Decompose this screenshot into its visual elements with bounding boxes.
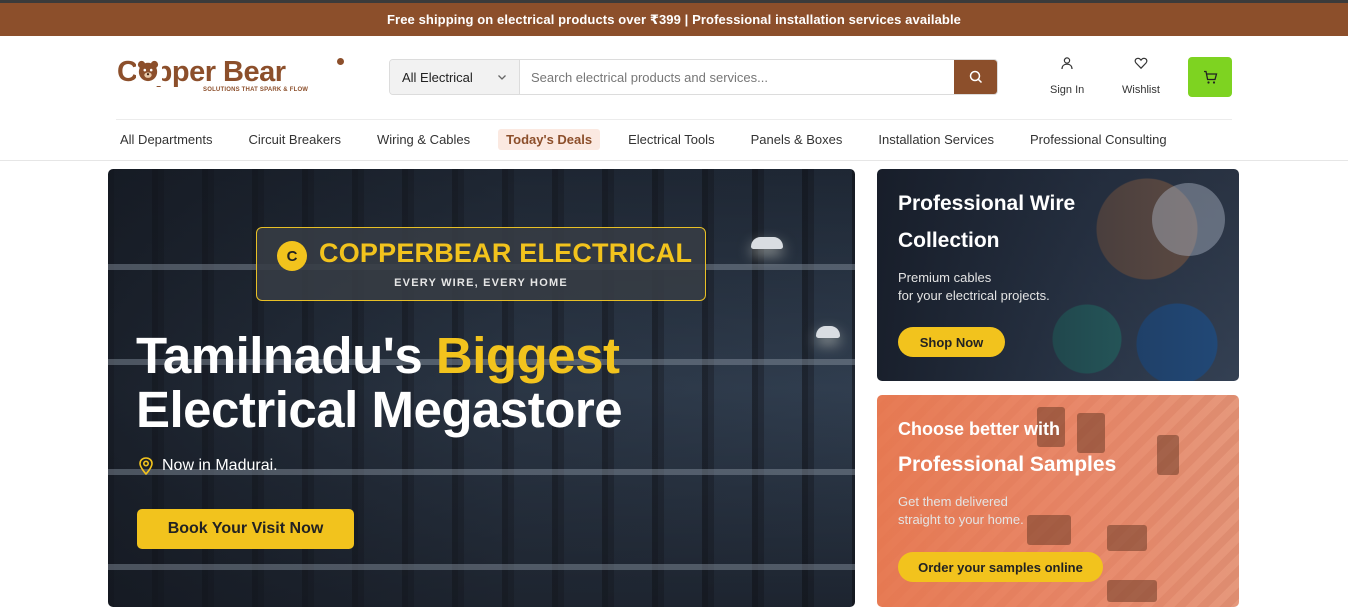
promo-card-text: Premium cables for your electrical proje… bbox=[898, 269, 1050, 305]
category-select-value: All Electrical bbox=[402, 69, 473, 85]
nav-item-wiring-cables[interactable]: Wiring & Cables bbox=[369, 129, 478, 150]
header-divider bbox=[116, 119, 1232, 120]
main-nav: All Departments Circuit Breakers Wiring … bbox=[112, 128, 1195, 150]
sample-plate-image bbox=[1027, 515, 1071, 545]
announcement-text: Free shipping on electrical products ove… bbox=[387, 11, 961, 27]
nav-item-todays-deals[interactable]: Today's Deals bbox=[498, 128, 601, 150]
category-select[interactable]: All Electrical bbox=[390, 60, 520, 94]
sample-plate-image bbox=[1157, 435, 1179, 475]
hero-headline-highlight: Biggest bbox=[435, 327, 620, 384]
decorative-circle bbox=[1152, 183, 1225, 256]
promo-card-title-line1: Choose better with bbox=[898, 419, 1061, 439]
cart-icon bbox=[1203, 70, 1217, 84]
hero-headline-part2: Electrical Megastore bbox=[136, 381, 623, 438]
promo-card-title-line2: Professional Samples bbox=[898, 453, 1117, 476]
nav-item-professional-consulting[interactable]: Professional Consulting bbox=[1022, 129, 1175, 150]
promo-card-title: Professional Wire Collection bbox=[898, 185, 1075, 259]
hero-headline-part1: Tamilnadu's bbox=[136, 327, 436, 384]
announcement-bar: Free shipping on electrical products ove… bbox=[0, 3, 1348, 36]
hero-location: Now in Madurai. bbox=[138, 457, 278, 475]
sign-in-label: Sign In bbox=[1050, 84, 1085, 96]
nav-item-all-departments[interactable]: All Departments bbox=[112, 129, 220, 150]
map-pin-icon bbox=[139, 457, 153, 475]
sample-plate-image bbox=[1107, 525, 1147, 551]
search-icon bbox=[969, 70, 982, 84]
promo-card-wire-collection[interactable]: Professional Wire Collection Premium cab… bbox=[877, 169, 1239, 381]
brand-badge-icon: C bbox=[277, 241, 307, 271]
promo-card-text: Get them delivered straight to your home… bbox=[898, 493, 1024, 529]
shop-now-button[interactable]: Shop Now bbox=[898, 327, 1005, 357]
hero-headline: Tamilnadu's Biggest Electrical Megastore bbox=[136, 327, 623, 438]
promo-card-title-line2: Collection bbox=[898, 229, 1000, 252]
site-logo[interactable]: Copper Bear SOLUTIONS THAT SPARK & FLOW bbox=[117, 56, 347, 98]
hero-brand-badge: C COPPERBEAR ELECTRICAL EVERY WIRE, EVER… bbox=[256, 227, 706, 301]
order-samples-button[interactable]: Order your samples online bbox=[898, 552, 1103, 582]
heart-icon bbox=[1134, 57, 1148, 70]
logo-tagline: SOLUTIONS THAT SPARK & FLOW bbox=[203, 87, 309, 93]
sample-plate-image bbox=[1107, 580, 1157, 602]
brand-badge-subtitle: EVERY WIRE, EVERY HOME bbox=[394, 277, 568, 289]
sign-in-button[interactable]: Sign In bbox=[1050, 56, 1084, 96]
hero-location-text: Now in Madurai. bbox=[162, 457, 278, 474]
nav-item-circuit-breakers[interactable]: Circuit Breakers bbox=[240, 129, 348, 150]
cart-button[interactable] bbox=[1188, 57, 1232, 97]
search-input[interactable] bbox=[520, 60, 954, 94]
promo-card-text-line2: straight to your home. bbox=[898, 512, 1024, 527]
bear-icon bbox=[137, 60, 159, 82]
logo-dot bbox=[337, 58, 344, 65]
book-visit-button[interactable]: Book Your Visit Now bbox=[137, 509, 354, 549]
chevron-down-icon bbox=[498, 75, 506, 80]
ceiling-lamp bbox=[816, 326, 840, 338]
hero-shelf bbox=[108, 564, 855, 570]
wishlist-label: Wishlist bbox=[1122, 84, 1160, 96]
search-button[interactable] bbox=[954, 60, 997, 94]
promo-card-text-line2: for your electrical projects. bbox=[898, 288, 1050, 303]
promo-card-samples[interactable]: Choose better with Professional Samples … bbox=[877, 395, 1239, 607]
search-bar: All Electrical bbox=[389, 59, 998, 95]
nav-item-installation-services[interactable]: Installation Services bbox=[870, 129, 1002, 150]
nav-item-electrical-tools[interactable]: Electrical Tools bbox=[620, 129, 722, 150]
nav-border bbox=[0, 160, 1348, 161]
ceiling-lamp bbox=[751, 237, 783, 249]
hero-banner: C COPPERBEAR ELECTRICAL EVERY WIRE, EVER… bbox=[108, 169, 855, 607]
promo-card-text-line1: Premium cables bbox=[898, 270, 992, 285]
user-icon bbox=[1061, 57, 1073, 70]
brand-badge-title: COPPERBEAR ELECTRICAL bbox=[319, 238, 693, 268]
promo-card-title: Choose better with Professional Samples bbox=[898, 412, 1116, 483]
nav-item-panels-boxes[interactable]: Panels & Boxes bbox=[743, 129, 851, 150]
promo-card-text-line1: Get them delivered bbox=[898, 494, 1008, 509]
wishlist-button[interactable]: Wishlist bbox=[1122, 56, 1160, 96]
promo-card-title-line1: Professional Wire bbox=[898, 192, 1076, 215]
